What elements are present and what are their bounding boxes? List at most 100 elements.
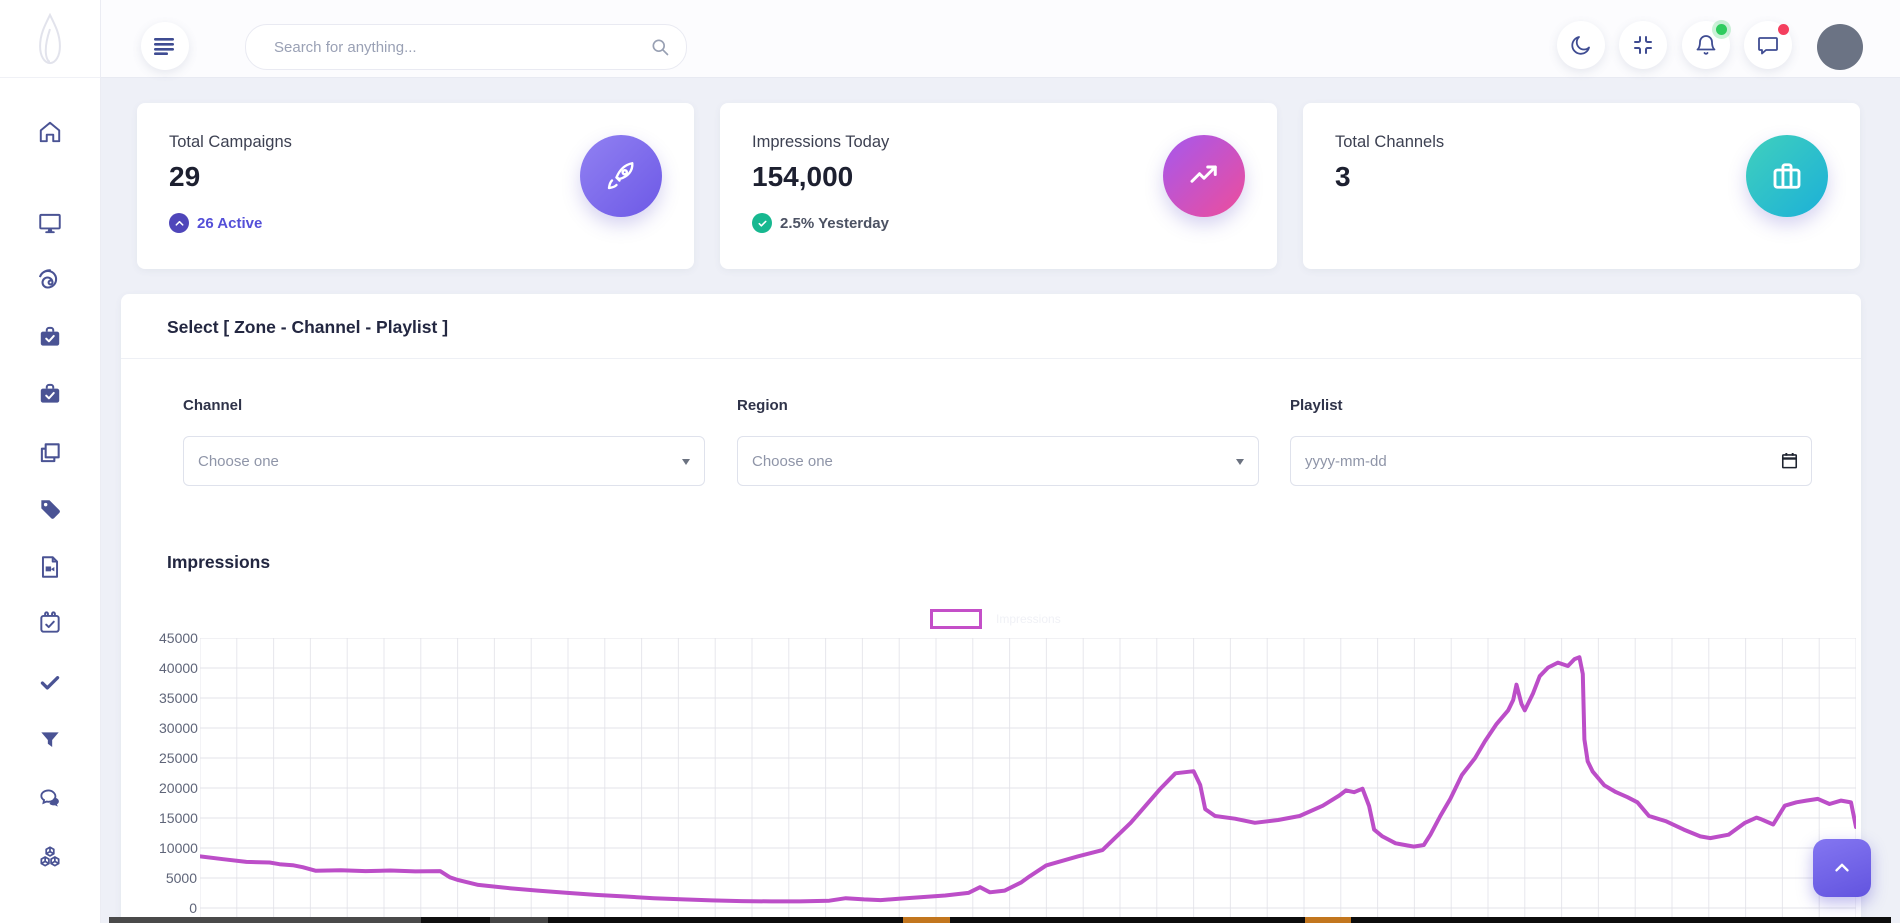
menu-toggle-button[interactable] — [141, 22, 189, 70]
compress-icon — [1631, 33, 1655, 57]
calendar-icon[interactable] — [1780, 451, 1799, 475]
chevron-up-icon — [1831, 857, 1853, 879]
sidebar-item-filters[interactable] — [37, 727, 63, 753]
impressions-chart: 45000 40000 35000 30000 25000 20000 15000 10000… — [159, 630, 1856, 923]
region-select-wrap: Choose one — [737, 436, 1259, 486]
line-chart-canvas — [200, 638, 1856, 923]
channel-label: Channel — [183, 397, 242, 414]
briefcase-icon — [1746, 135, 1828, 217]
strip-segment — [421, 917, 490, 923]
sidebar-divider — [0, 77, 100, 78]
sidebar-item-loop[interactable] — [37, 267, 63, 293]
stat-value: 154,000 — [752, 161, 853, 193]
stat-title: Impressions Today — [752, 133, 889, 152]
stat-title: Total Campaigns — [169, 133, 292, 152]
briefcase-check-icon — [37, 381, 63, 407]
briefcase-check-icon — [37, 324, 63, 350]
y-tick-label: 30000 — [159, 719, 197, 737]
strip-segment — [950, 917, 1305, 923]
stat-value: 3 — [1335, 161, 1351, 193]
menu-icon — [154, 37, 176, 55]
strip-segment — [1351, 917, 1891, 923]
region-label: Region — [737, 397, 788, 414]
chart-title: Impressions — [167, 552, 270, 573]
stat-card-total-channels: Total Channels 3 — [1303, 103, 1860, 269]
search-input[interactable] — [272, 25, 636, 69]
sidebar-item-screens[interactable] — [37, 210, 63, 236]
strip-segment — [490, 917, 548, 923]
sidebar-item-messages[interactable] — [37, 785, 63, 811]
filter-icon — [37, 727, 63, 753]
y-tick-label: 20000 — [159, 779, 197, 797]
calendar-check-icon — [37, 610, 63, 636]
bell-icon — [1694, 33, 1718, 57]
dark-mode-button[interactable] — [1557, 21, 1605, 69]
global-search — [245, 24, 687, 70]
chevron-up-circle-icon — [169, 213, 189, 233]
stat-title: Total Channels — [1335, 133, 1444, 152]
tag-icon — [37, 497, 63, 523]
section-title: Select [ Zone - Channel - Playlist ] — [167, 317, 448, 338]
rocket-icon — [580, 135, 662, 217]
stat-subtext: 2.5% Yesterday — [752, 213, 889, 233]
playlist-date-input[interactable] — [1291, 437, 1811, 485]
fullscreen-button[interactable] — [1619, 21, 1667, 69]
trending-up-icon — [1163, 135, 1245, 217]
sidebar — [0, 0, 101, 923]
y-tick-label: 45000 — [159, 629, 197, 647]
search-icon[interactable] — [650, 37, 670, 62]
strip-segment — [1305, 917, 1351, 923]
y-tick-label: 40000 — [159, 659, 197, 677]
copy-icon — [37, 440, 63, 466]
monitor-icon — [37, 210, 63, 236]
legend-label: Impressions — [996, 612, 1061, 626]
spiral-icon — [37, 267, 63, 293]
notifications-button[interactable] — [1682, 21, 1730, 69]
legend-swatch — [930, 609, 982, 629]
channel-select[interactable]: Choose one — [184, 437, 704, 485]
y-tick-label: 15000 — [159, 809, 197, 827]
check-circle-icon — [752, 213, 772, 233]
sidebar-item-campaigns[interactable] — [37, 324, 63, 350]
chat-icon — [1756, 33, 1780, 57]
sidebar-item-media[interactable] — [37, 554, 63, 580]
check-icon — [37, 669, 63, 695]
stat-card-impressions-today: Impressions Today 154,000 2.5% Yesterday — [720, 103, 1277, 269]
chart-legend[interactable]: Impressions — [930, 609, 1061, 629]
messages-button[interactable] — [1744, 21, 1792, 69]
chat-bubbles-icon — [37, 785, 63, 811]
home-icon — [37, 119, 63, 145]
channel-select-wrap: Choose one — [183, 436, 705, 486]
stat-value: 29 — [169, 161, 200, 193]
playlist-label: Playlist — [1290, 397, 1343, 414]
scroll-to-top-button[interactable] — [1813, 839, 1871, 897]
dashboard-page: Total Campaigns 29 26 Active Impressions… — [0, 0, 1900, 923]
sidebar-item-approvals[interactable] — [37, 669, 63, 695]
y-tick-label: 10000 — [159, 839, 197, 857]
stat-subtext: 26 Active — [169, 213, 262, 233]
user-avatar[interactable] — [1817, 24, 1863, 70]
cutoff-content-strip — [109, 917, 1891, 923]
app-logo-icon — [33, 12, 67, 71]
sidebar-item-pages[interactable] — [37, 440, 63, 466]
stat-card-total-campaigns: Total Campaigns 29 26 Active — [137, 103, 694, 269]
region-select[interactable]: Choose one — [738, 437, 1258, 485]
cubes-icon — [37, 844, 63, 870]
y-tick-label: 25000 — [159, 749, 197, 767]
y-tick-label: 0 — [159, 899, 197, 917]
sidebar-item-blocks[interactable] — [37, 844, 63, 870]
strip-segment — [548, 917, 903, 923]
top-header — [100, 0, 1900, 78]
video-file-icon — [37, 554, 63, 580]
sidebar-item-home[interactable] — [37, 119, 63, 145]
sidebar-item-tags[interactable] — [37, 497, 63, 523]
divider — [121, 358, 1861, 359]
notification-badge — [1716, 24, 1727, 35]
sidebar-item-bookings[interactable] — [37, 381, 63, 407]
messages-badge — [1778, 24, 1789, 35]
playlist-date-wrap — [1290, 436, 1812, 486]
y-tick-label: 5000 — [159, 869, 197, 887]
y-tick-label: 35000 — [159, 689, 197, 707]
sidebar-item-schedule[interactable] — [37, 610, 63, 636]
strip-segment — [109, 917, 421, 923]
